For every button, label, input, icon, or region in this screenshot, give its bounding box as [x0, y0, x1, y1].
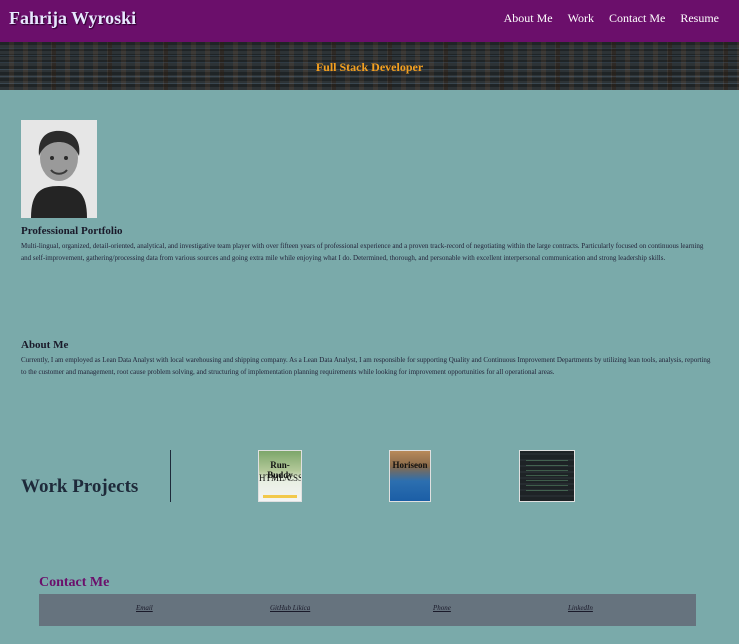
portfolio-heading: Professional Portfolio	[21, 225, 123, 237]
main-nav: About Me Work Contact Me Resume	[504, 11, 719, 26]
contact-linkedin-link[interactable]: LinkedIn	[568, 604, 593, 612]
project-thumb-label: Horiseon	[392, 460, 428, 470]
contact-email-link[interactable]: Email	[136, 604, 153, 612]
project-thumb-run-buddy[interactable]: Run-Buddy HTML/CSS	[258, 450, 302, 502]
nav-work[interactable]: Work	[568, 11, 594, 26]
work-divider	[170, 450, 171, 502]
nav-contact-me[interactable]: Contact Me	[609, 11, 665, 26]
nav-about-me[interactable]: About Me	[504, 11, 553, 26]
profile-photo	[21, 120, 97, 218]
portfolio-text: Multi-lingual, organized, detail-oriente…	[21, 242, 704, 262]
code-lines-graphic	[526, 457, 568, 495]
about-text: Currently, I am employed as Lean Data An…	[21, 356, 711, 376]
work-projects-heading: Work Projects	[21, 476, 139, 497]
contact-phone-link[interactable]: Phone	[433, 604, 451, 612]
about-heading: About Me	[21, 339, 69, 351]
hero-tagline: Full Stack Developer	[315, 60, 424, 74]
nav-resume[interactable]: Resume	[680, 11, 719, 26]
top-header: Fahrija Wyroski About Me Work Contact Me…	[0, 0, 739, 42]
site-brand: Fahrija Wyroski	[9, 8, 137, 28]
project-thumb-code[interactable]	[519, 450, 575, 502]
hero-banner: Full Stack Developer	[0, 42, 739, 90]
contact-heading: Contact Me	[39, 575, 110, 590]
project-thumb-horiseon[interactable]: Horiseon	[389, 450, 431, 502]
contact-links-bar: Email GitHub Likica Phone LinkedIn	[39, 594, 696, 626]
thumb-accent-bar	[263, 495, 297, 498]
contact-github-link[interactable]: GitHub Likica	[270, 604, 310, 612]
project-thumb-sublabel: HTML/CSS	[259, 473, 302, 483]
